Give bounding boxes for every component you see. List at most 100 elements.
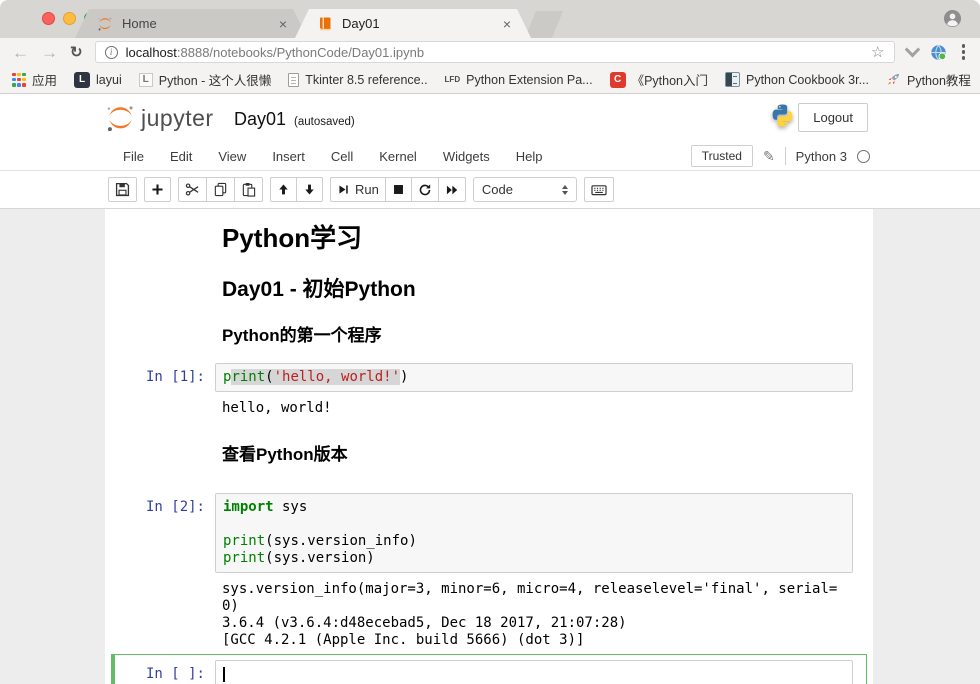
page-info-icon[interactable]: i: [105, 46, 118, 59]
code-input-empty[interactable]: [215, 660, 853, 684]
code-token: print: [223, 550, 265, 566]
bookmark-python-lazy[interactable]: L Python - 这个人很懒: [139, 70, 272, 89]
bookmark-label: Python Cookbook 3r...: [746, 73, 869, 87]
divider: [785, 147, 786, 165]
menu-widgets[interactable]: Widgets: [430, 149, 503, 164]
globe-extension-icon[interactable]: [930, 44, 947, 61]
paste-cell-button[interactable]: [234, 177, 263, 202]
bookmark-star-icon[interactable]: ☆: [871, 43, 884, 61]
reload-icon[interactable]: ↻: [70, 45, 83, 60]
move-cell-up-button[interactable]: [270, 177, 297, 202]
bookmark-python-tutorial[interactable]: Python教程: [886, 70, 971, 89]
code-cell-3-selected[interactable]: In [ ]:: [111, 654, 867, 684]
menu-file[interactable]: File: [110, 149, 157, 164]
page-icon: [288, 73, 299, 87]
output-prompt: [105, 581, 215, 649]
minimize-window-button[interactable]: [63, 12, 76, 25]
pencil-icon: ✎: [763, 148, 775, 165]
lfd-icon: LFD: [445, 75, 461, 84]
menu-view[interactable]: View: [205, 149, 259, 164]
step-forward-icon: [337, 183, 350, 196]
restart-kernel-button[interactable]: [411, 177, 439, 202]
save-icon: [115, 182, 130, 197]
run-cell-button[interactable]: Run: [330, 177, 386, 202]
code-cell-2[interactable]: In [2]: import sys print(sys.version_inf…: [105, 493, 873, 573]
jupyter-logo-icon: [105, 103, 136, 134]
bookmarks-bar: 应用 L layui L Python - 这个人很懒 Tkinter 8.5 …: [0, 66, 980, 94]
menu-edit[interactable]: Edit: [157, 149, 205, 164]
apps-grid-icon: [12, 73, 26, 87]
menu-kernel[interactable]: Kernel: [366, 149, 430, 164]
url-path: :8888/notebooks/PythonCode/Day01.ipynb: [177, 45, 424, 60]
new-tab-button[interactable]: [525, 11, 563, 38]
tab-close-icon[interactable]: ×: [501, 15, 513, 33]
input-prompt: In [2]:: [105, 493, 215, 573]
kernel-name: Python 3: [796, 149, 847, 164]
command-palette-button[interactable]: [584, 177, 614, 202]
menu-cell[interactable]: Cell: [318, 149, 366, 164]
forward-icon[interactable]: →: [41, 44, 58, 61]
url-text: localhost:8888/notebooks/PythonCode/Day0…: [126, 45, 863, 60]
bookmark-label: layui: [96, 73, 122, 87]
profile-icon[interactable]: [943, 9, 962, 28]
tab-title: Day01: [342, 16, 501, 31]
jupyter-logo[interactable]: jupyter: [105, 103, 214, 134]
save-button[interactable]: [108, 177, 137, 202]
tab-day01[interactable]: Day01 ×: [295, 9, 531, 38]
extension-v-icon[interactable]: [904, 41, 920, 57]
cell-type-value: Code: [482, 182, 513, 197]
code-cell-1[interactable]: In [1]: print('hello, world!'): [105, 363, 873, 392]
close-window-button[interactable]: [42, 12, 55, 25]
url-field[interactable]: i localhost:8888/notebooks/PythonCode/Da…: [95, 41, 895, 63]
bookmark-label: Tkinter 8.5 reference..: [305, 73, 427, 87]
restart-run-all-button[interactable]: [438, 177, 466, 202]
arrow-up-icon: [277, 183, 290, 196]
bookmark-tkinter[interactable]: Tkinter 8.5 reference..: [288, 73, 427, 87]
bookmark-cookbook[interactable]: Python Cookbook 3r...: [725, 72, 869, 87]
menu-help[interactable]: Help: [503, 149, 556, 164]
bookmark-label: Python - 这个人很懒: [159, 70, 272, 89]
copy-cell-button[interactable]: [206, 177, 235, 202]
markdown-heading-1: Python学习: [222, 223, 873, 253]
tab-close-icon[interactable]: ×: [277, 15, 289, 33]
cut-cell-button[interactable]: [178, 177, 207, 202]
notebook-favicon: [317, 16, 333, 32]
cell-type-dropdown[interactable]: Code: [473, 177, 577, 202]
browser-menu-icon[interactable]: [959, 44, 969, 60]
notebook-toolbar: Run Code: [0, 171, 980, 209]
jupyter-header: jupyter Day01 (autosaved) Logout: [0, 94, 980, 142]
code-input[interactable]: print('hello, world!'): [215, 363, 853, 392]
markdown-heading-2: Day01 - 初始Python: [222, 277, 873, 303]
code-token: import: [223, 499, 274, 515]
book-icon: [725, 72, 740, 87]
notebook-title[interactable]: Day01: [234, 109, 286, 130]
tab-title: Home: [122, 16, 277, 31]
output-text: 0): [222, 598, 846, 615]
code-token: (sys.version_info): [265, 533, 417, 549]
tab-home[interactable]: Home ×: [75, 9, 307, 38]
back-icon[interactable]: ←: [12, 44, 29, 61]
code-token: sys: [274, 499, 308, 515]
paste-icon: [241, 182, 256, 197]
logout-button[interactable]: Logout: [798, 103, 868, 132]
code-token: ): [400, 369, 408, 385]
bookmark-python-extension[interactable]: LFD Python Extension Pa...: [445, 73, 593, 87]
copy-icon: [213, 182, 228, 197]
bookmark-layui[interactable]: L layui: [74, 72, 122, 88]
interrupt-kernel-button[interactable]: [385, 177, 412, 202]
output-text: sys.version_info(major=3, minor=6, micro…: [222, 581, 846, 598]
code-token-selected: (: [265, 369, 273, 385]
code-input[interactable]: import sys print(sys.version_info) print…: [215, 493, 853, 573]
tab-strip: Home × Day01 ×: [0, 0, 980, 38]
arrow-down-icon: [303, 183, 316, 196]
bookmark-label: Python教程: [907, 70, 971, 89]
menu-insert[interactable]: Insert: [259, 149, 318, 164]
layui-icon: L: [74, 72, 90, 88]
bookmark-apps[interactable]: 应用: [12, 70, 57, 89]
fast-forward-icon: [445, 183, 459, 197]
trusted-badge[interactable]: Trusted: [691, 145, 753, 167]
move-cell-down-button[interactable]: [296, 177, 323, 202]
add-cell-button[interactable]: [144, 177, 171, 202]
jupyter-favicon: [97, 16, 113, 32]
bookmark-python-intro[interactable]: C 《Python入门: [610, 70, 708, 89]
